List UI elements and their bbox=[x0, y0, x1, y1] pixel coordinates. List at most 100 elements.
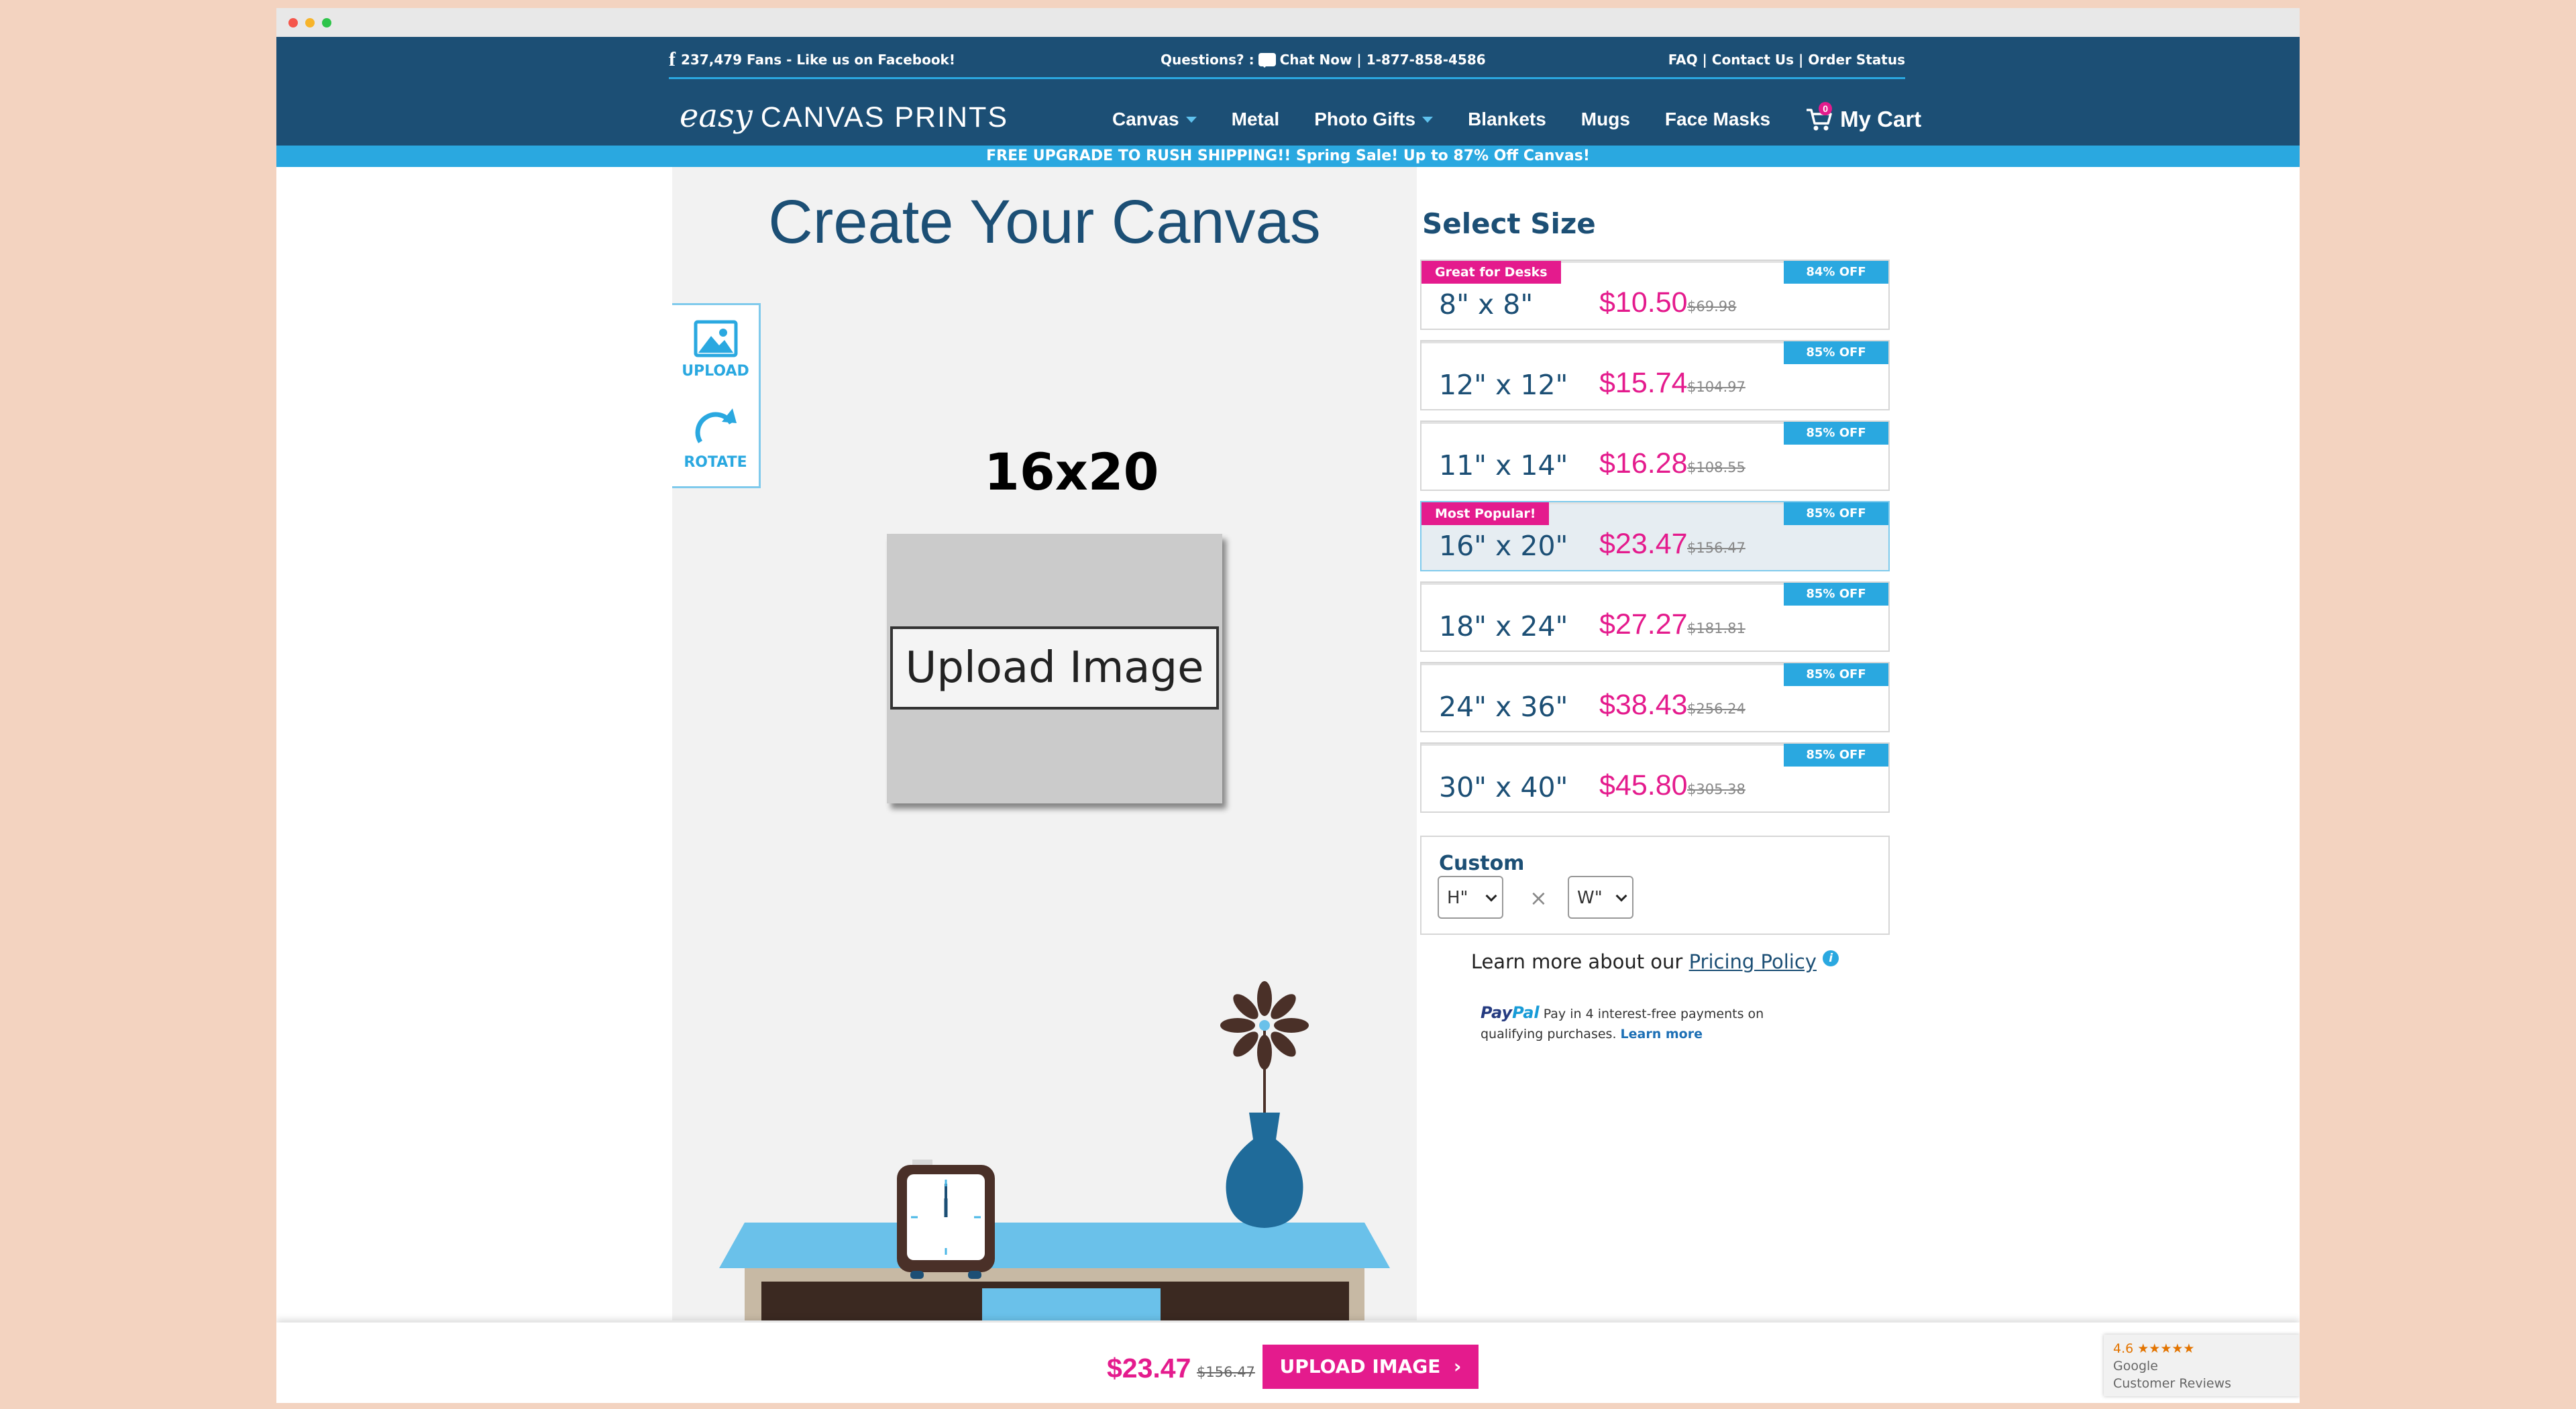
size-option-11x14[interactable]: 11" x 14" $16.28 $108.55 85% OFF bbox=[1420, 420, 1890, 491]
size-old-price: $181.81 bbox=[1687, 620, 1746, 636]
size-option-16x20[interactable]: Most Popular! 16" x 20" $23.47 $156.47 8… bbox=[1420, 501, 1890, 571]
size-price: $45.80 bbox=[1599, 769, 1688, 801]
chat-now-link[interactable]: Chat Now | 1-877-858-4586 bbox=[1280, 52, 1486, 68]
chevron-down-icon bbox=[1185, 116, 1197, 123]
nav-label: Face Masks bbox=[1664, 109, 1771, 129]
facebook-icon: f bbox=[669, 48, 676, 70]
maximize-window-dot[interactable] bbox=[322, 17, 331, 27]
cart-icon: 0 bbox=[1805, 102, 1833, 131]
room-scene-illustration bbox=[719, 981, 1390, 1320]
size-dimensions: 18" x 24" bbox=[1439, 610, 1568, 642]
pricing-policy-note: Learn more about our Pricing Policy i bbox=[1420, 950, 1890, 973]
questions-label: Questions? : bbox=[1161, 52, 1254, 68]
cart-count-badge: 0 bbox=[1819, 102, 1833, 115]
size-dimensions: 30" x 40" bbox=[1439, 771, 1568, 803]
nav-label: Blankets bbox=[1468, 109, 1546, 129]
size-old-price: $108.55 bbox=[1687, 459, 1746, 475]
nav-photo-gifts[interactable]: Photo Gifts bbox=[1314, 109, 1434, 130]
selected-size-label: 16x20 bbox=[984, 442, 1159, 502]
custom-width-value: W" bbox=[1577, 888, 1603, 908]
review-source: Google bbox=[2113, 1359, 2159, 1373]
vase-illustration bbox=[1220, 981, 1309, 1228]
facebook-link[interactable]: f 237,479 Fans - Like us on Facebook! bbox=[669, 48, 955, 70]
size-dimensions: 12" x 12" bbox=[1439, 369, 1568, 401]
custom-size-card: Custom H" × W" bbox=[1420, 836, 1890, 935]
bottom-bar: $23.47 $156.47 UPLOAD IMAGE › bbox=[276, 1322, 2300, 1403]
size-dimensions: 8" x 8" bbox=[1439, 288, 1534, 321]
nav-canvas[interactable]: Canvas bbox=[1112, 109, 1197, 130]
facebook-fans-text: 237,479 Fans - Like us on Facebook! bbox=[681, 52, 955, 68]
size-option-12x12[interactable]: 12" x 12" $15.74 $104.97 85% OFF bbox=[1420, 340, 1890, 410]
rotate-icon bbox=[695, 408, 737, 443]
cta-label: UPLOAD IMAGE bbox=[1279, 1355, 1441, 1377]
top-bar: f 237,479 Fans - Like us on Facebook! Qu… bbox=[669, 37, 1905, 79]
custom-height-value: H" bbox=[1447, 888, 1468, 908]
info-icon[interactable]: i bbox=[1823, 950, 1839, 966]
select-size-title: Select Size bbox=[1422, 207, 1596, 240]
close-window-dot[interactable] bbox=[288, 17, 298, 27]
size-price: $23.47 bbox=[1599, 528, 1688, 560]
upload-tool[interactable]: UPLOAD bbox=[672, 319, 759, 380]
nav-label: Canvas bbox=[1112, 109, 1179, 129]
discount-badge: 85% OFF bbox=[1784, 663, 1888, 686]
custom-size-label: Custom bbox=[1439, 852, 1525, 875]
size-option-30x40[interactable]: 30" x 40" $45.80 $305.38 85% OFF bbox=[1420, 742, 1890, 813]
nav-label: Photo Gifts bbox=[1314, 109, 1416, 129]
review-rating: 4.6 ★★★★★ bbox=[2113, 1341, 2195, 1356]
utility-links[interactable]: FAQ | Contact Us | Order Status bbox=[1668, 52, 1905, 68]
google-reviews-badge[interactable]: 4.6 ★★★★★ Google Customer Reviews bbox=[2104, 1335, 2300, 1396]
chevron-down-icon bbox=[1615, 890, 1627, 902]
size-option-18x24[interactable]: 18" x 24" $27.27 $181.81 85% OFF bbox=[1420, 581, 1890, 652]
site-logo[interactable]: easy CANVAS PRINTS bbox=[680, 97, 1008, 135]
custom-height-select[interactable]: H" bbox=[1438, 876, 1503, 919]
size-dimensions: 16" x 20" bbox=[1439, 530, 1568, 562]
paypal-message: PayPal Pay in 4 interest-free payments o… bbox=[1481, 1003, 1829, 1044]
size-dimensions: 11" x 14" bbox=[1439, 449, 1568, 482]
learn-more-text: Learn more about our bbox=[1470, 950, 1683, 973]
page-title: Create Your Canvas bbox=[768, 188, 1321, 256]
logo-easy: easy bbox=[680, 97, 753, 135]
chevron-down-icon bbox=[1422, 116, 1434, 123]
canvas-preview[interactable]: Upload Image bbox=[887, 534, 1222, 803]
image-upload-icon bbox=[694, 320, 737, 357]
size-price: $27.27 bbox=[1599, 608, 1688, 640]
chevron-right-icon: › bbox=[1447, 1355, 1462, 1377]
nav-face-masks[interactable]: Face Masks bbox=[1665, 109, 1770, 130]
upload-image-button[interactable]: Upload Image bbox=[890, 626, 1219, 710]
logo-brand: CANVAS PRINTS bbox=[760, 101, 1009, 133]
discount-badge: 85% OFF bbox=[1784, 422, 1888, 445]
upload-image-cta-button[interactable]: UPLOAD IMAGE › bbox=[1263, 1345, 1479, 1389]
size-old-price: $69.98 bbox=[1687, 298, 1737, 315]
size-option-24x36[interactable]: 24" x 36" $38.43 $256.24 85% OFF bbox=[1420, 662, 1890, 732]
size-price: $16.28 bbox=[1599, 447, 1688, 480]
pricing-policy-link[interactable]: Pricing Policy bbox=[1689, 950, 1817, 973]
clock-illustration bbox=[897, 1160, 995, 1279]
discount-badge: 85% OFF bbox=[1784, 341, 1888, 364]
size-old-price: $104.97 bbox=[1687, 379, 1746, 395]
promo-banner[interactable]: FREE UPGRADE TO RUSH SHIPPING!! Spring S… bbox=[276, 146, 2300, 167]
size-tag: Great for Desks bbox=[1421, 261, 1561, 284]
rotate-tool[interactable]: ROTATE bbox=[672, 403, 759, 471]
size-price: $10.50 bbox=[1599, 286, 1688, 319]
contact-info: Questions? : Chat Now | 1-877-858-4586 bbox=[1161, 52, 1486, 68]
nav-label: Metal bbox=[1231, 109, 1280, 129]
discount-badge: 85% OFF bbox=[1784, 583, 1888, 606]
bottom-price: $23.47 bbox=[1107, 1353, 1191, 1384]
size-price: $15.74 bbox=[1599, 367, 1688, 399]
discount-badge: 84% OFF bbox=[1784, 261, 1888, 284]
custom-width-select[interactable]: W" bbox=[1568, 876, 1633, 919]
discount-badge: 85% OFF bbox=[1784, 502, 1888, 525]
size-option-8x8[interactable]: Great for Desks 8" x 8" $10.50 $69.98 84… bbox=[1420, 260, 1890, 330]
upload-tool-label: UPLOAD bbox=[682, 363, 749, 380]
rotate-tool-label: ROTATE bbox=[684, 454, 747, 471]
size-price: $38.43 bbox=[1599, 689, 1688, 721]
minimize-window-dot[interactable] bbox=[305, 17, 315, 27]
cart-button[interactable]: 0 My Cart bbox=[1805, 102, 1921, 132]
size-old-price: $305.38 bbox=[1687, 781, 1746, 797]
paypal-logo: PayPal bbox=[1481, 1003, 1540, 1022]
paypal-learn-more-link[interactable]: Learn more bbox=[1621, 1027, 1703, 1041]
nav-mugs[interactable]: Mugs bbox=[1581, 109, 1630, 130]
nav-blankets[interactable]: Blankets bbox=[1468, 109, 1546, 130]
chevron-down-icon bbox=[1485, 890, 1497, 902]
nav-metal[interactable]: Metal bbox=[1232, 109, 1280, 130]
